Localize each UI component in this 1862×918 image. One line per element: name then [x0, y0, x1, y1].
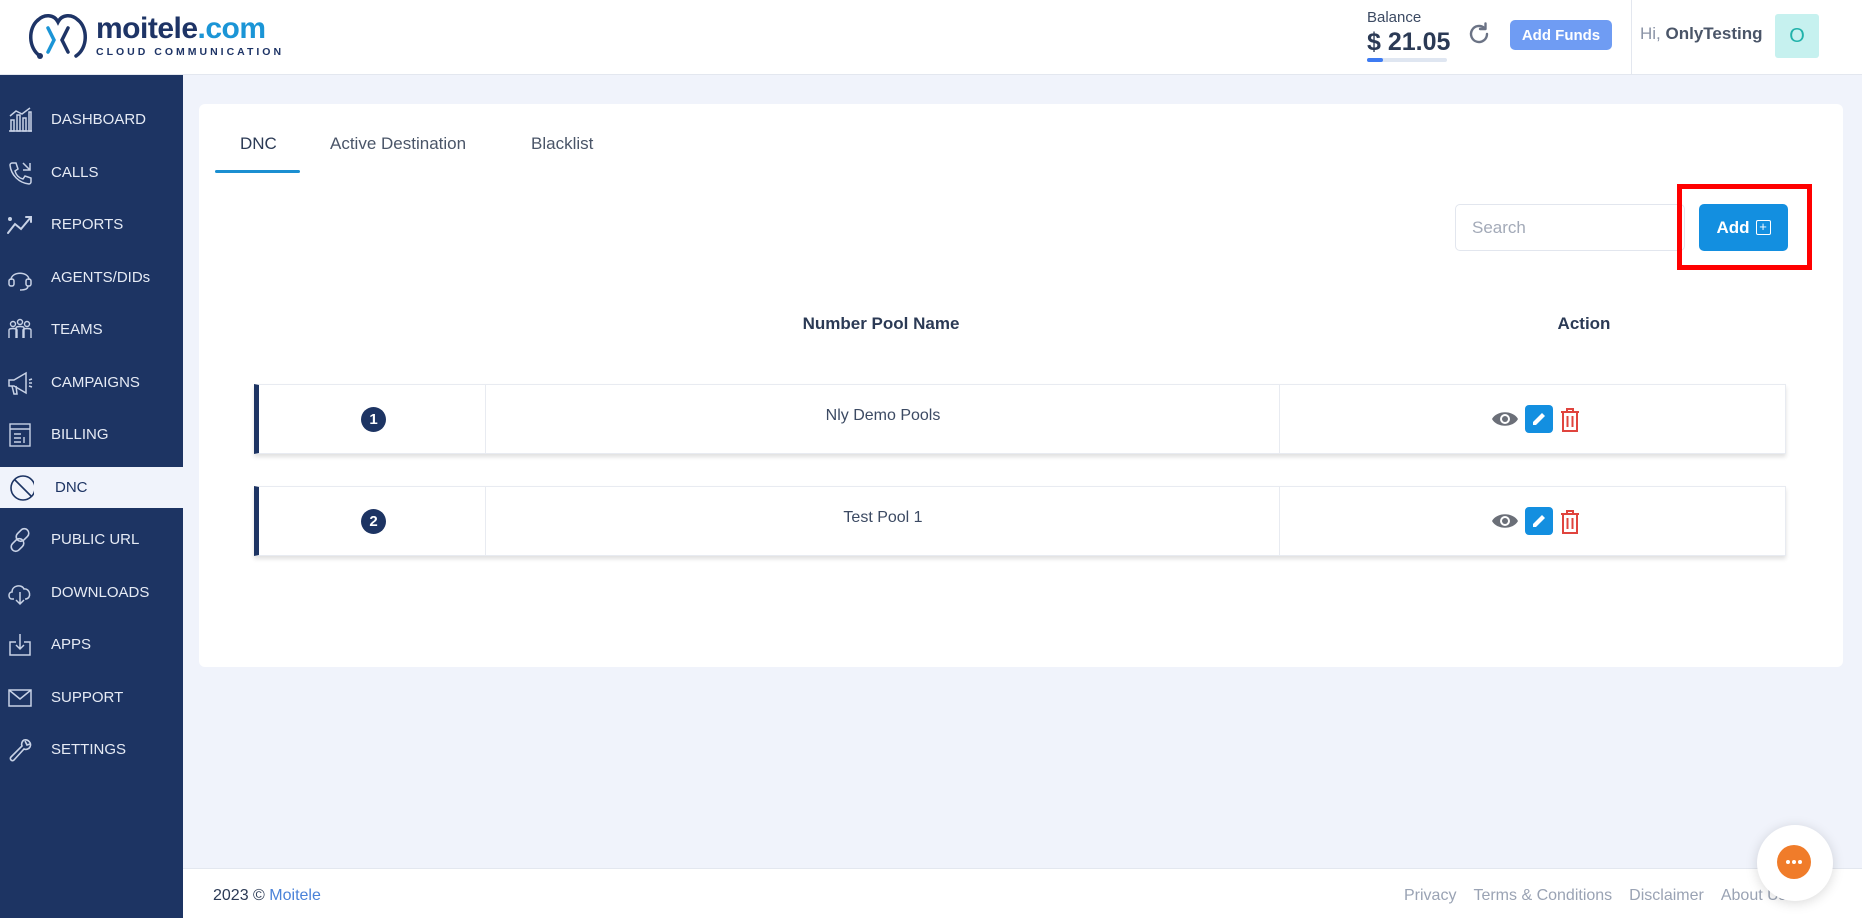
trash-icon[interactable] — [1559, 407, 1581, 433]
balance-label: Balance — [1367, 9, 1422, 26]
brand-tagline: CLOUD COMMUNICATION — [96, 46, 285, 58]
apps-icon — [9, 633, 31, 656]
sidebar-item-teams[interactable]: TEAMS — [0, 309, 183, 350]
sidebar-item-billing[interactable]: BILLING — [0, 414, 183, 455]
balance-progress-fill — [1367, 58, 1383, 62]
pencil-icon — [1533, 515, 1545, 527]
brand-domain: .com — [197, 12, 267, 45]
sidebar-item-campaigns[interactable]: CAMPAIGNS — [0, 362, 183, 403]
tab-dnc[interactable]: DNC — [240, 134, 277, 154]
sidebar-item-downloads[interactable]: DOWNLOADS — [0, 572, 183, 613]
row-index-badge: 1 — [361, 407, 386, 432]
plus-box-icon: + — [1755, 220, 1771, 235]
link-icon — [10, 527, 30, 552]
phone-icon — [9, 161, 32, 185]
footer: 2023 © Moitele Privacy Terms & Condition… — [183, 868, 1862, 918]
sidebar: DASHBOARD CALLS REPORTS AGENTS/DIDs TEAM… — [0, 75, 183, 918]
dnc-card: DNC Active Destination Blacklist Add + N… — [199, 104, 1843, 667]
logo-icon — [29, 14, 87, 59]
pool-name: Test Pool 1 — [843, 509, 923, 526]
sidebar-item-label: PUBLIC URL — [51, 531, 140, 548]
footer-link-terms[interactable]: Terms & Conditions — [1473, 887, 1612, 905]
header-divider — [1631, 0, 1632, 75]
teams-icon — [8, 318, 32, 338]
edit-button[interactable] — [1525, 405, 1553, 433]
active-tab-indicator — [215, 170, 300, 173]
user-name: OnlyTesting — [1665, 24, 1763, 43]
cloud-download-icon — [8, 584, 31, 605]
sidebar-item-label: DASHBOARD — [51, 111, 147, 128]
balance-widget: Balance $ 21.05 — [1367, 9, 1450, 62]
sidebar-item-support[interactable]: SUPPORT — [0, 677, 183, 718]
sidebar-item-reports[interactable]: REPORTS — [0, 204, 183, 245]
sidebar-item-label: BILLING — [51, 426, 109, 443]
headset-icon — [8, 272, 32, 291]
pencil-icon — [1533, 413, 1545, 425]
sidebar-item-label: APPS — [51, 636, 92, 653]
add-button-label: Add — [1716, 217, 1750, 237]
sidebar-item-agents[interactable]: AGENTS/DIDs — [0, 257, 183, 298]
add-funds-button[interactable]: Add Funds — [1510, 20, 1612, 50]
footer-link-privacy[interactable]: Privacy — [1404, 887, 1456, 905]
column-header-action: Action — [1557, 314, 1611, 333]
tab-blacklist[interactable]: Blacklist — [531, 134, 593, 154]
column-header-pool-name: Number Pool Name — [802, 314, 960, 333]
pool-name: Nly Demo Pools — [825, 407, 941, 424]
sidebar-item-label: TEAMS — [51, 321, 103, 338]
dashboard-icon — [9, 106, 32, 132]
megaphone-icon — [8, 371, 33, 395]
copyright-year: 2023 © — [213, 887, 265, 904]
copyright: 2023 © Moitele — [213, 887, 321, 905]
row-name-cell: Test Pool 1 — [486, 487, 1280, 555]
balance-value: $ 21.05 — [1367, 28, 1451, 56]
table-row: 1 Nly Demo Pools — [254, 384, 1786, 454]
sidebar-item-label: DOWNLOADS — [51, 584, 150, 601]
user-greeting[interactable]: Hi, OnlyTesting — [1640, 24, 1763, 44]
sidebar-item-apps[interactable]: APPS — [0, 624, 183, 665]
search-input[interactable] — [1455, 204, 1685, 251]
footer-link-disclaimer[interactable]: Disclaimer — [1629, 887, 1704, 905]
chat-dots-icon — [1786, 860, 1802, 864]
company-link[interactable]: Moitele — [269, 887, 321, 904]
sidebar-item-label: DNC — [55, 479, 88, 496]
sidebar-item-label: AGENTS/DIDs — [51, 269, 151, 286]
balance-progress-bar — [1367, 58, 1447, 62]
greeting-prefix: Hi, — [1640, 24, 1661, 43]
sidebar-item-dashboard[interactable]: DASHBOARD — [0, 99, 183, 140]
block-icon — [10, 474, 34, 501]
tab-active-destination[interactable]: Active Destination — [330, 134, 466, 154]
sidebar-item-calls[interactable]: CALLS — [0, 152, 183, 193]
mail-icon — [8, 688, 32, 707]
row-index-cell: 1 — [259, 385, 486, 453]
brand-name: moitele — [96, 12, 198, 45]
top-header: moitele.com CLOUD COMMUNICATION Balance … — [0, 0, 1862, 75]
table-row: 2 Test Pool 1 — [254, 486, 1786, 556]
sidebar-item-public-url[interactable]: PUBLIC URL — [0, 519, 183, 560]
chat-bubble-icon — [1777, 845, 1811, 879]
refresh-icon[interactable] — [1465, 20, 1493, 48]
view-eye-icon[interactable] — [1491, 409, 1519, 429]
brand-logo[interactable]: moitele.com CLOUD COMMUNICATION — [24, 10, 284, 62]
billing-icon — [9, 422, 31, 447]
row-index-badge: 2 — [361, 509, 386, 534]
sidebar-item-label: REPORTS — [51, 216, 124, 233]
sidebar-item-label: CAMPAIGNS — [51, 374, 140, 391]
reports-icon — [7, 215, 32, 234]
edit-button[interactable] — [1525, 507, 1553, 535]
trash-icon[interactable] — [1559, 509, 1581, 535]
sidebar-item-label: CALLS — [51, 164, 99, 181]
sidebar-item-settings[interactable]: SETTINGS — [0, 729, 183, 770]
avatar[interactable]: O — [1775, 14, 1819, 58]
sidebar-item-label: SUPPORT — [51, 689, 124, 706]
row-index-cell: 2 — [259, 487, 486, 555]
add-button[interactable]: Add + — [1699, 204, 1788, 251]
wrench-icon — [9, 738, 32, 761]
row-name-cell: Nly Demo Pools — [486, 385, 1280, 453]
footer-links: Privacy Terms & Conditions Disclaimer Ab… — [1404, 887, 1787, 905]
sidebar-item-dnc[interactable]: DNC — [0, 467, 183, 508]
view-eye-icon[interactable] — [1491, 511, 1519, 531]
chat-widget-button[interactable] — [1757, 825, 1833, 901]
sidebar-item-label: SETTINGS — [51, 741, 127, 758]
